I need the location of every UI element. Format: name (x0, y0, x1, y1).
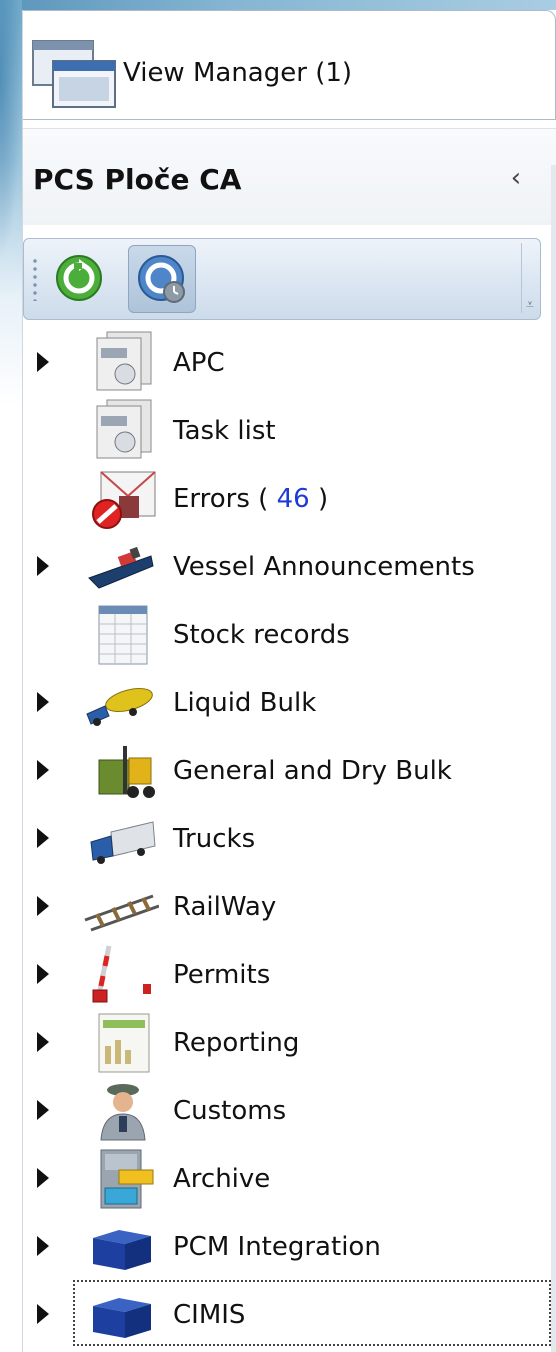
refresh-icon (56, 255, 102, 301)
tree-item-railway[interactable]: RailWay (23, 872, 556, 940)
tree-item-vessel-announcements[interactable]: Vessel Announcements (23, 532, 556, 600)
tree-item-label: PCM Integration (173, 1232, 381, 1262)
tree-item-liquid-bulk[interactable]: Liquid Bulk (23, 668, 556, 736)
tree-item-label: Errors ( 46 ) (173, 484, 328, 514)
background-top-strip (22, 0, 556, 10)
expand-arrow-icon[interactable] (37, 1168, 49, 1188)
tree-item-label: Permits (173, 960, 271, 990)
tree-item-label: Vessel Announcements (173, 552, 475, 582)
tree-item-label: Trucks (173, 824, 256, 854)
tanker-truck-icon (86, 688, 153, 726)
tree-item-customs[interactable]: Customs (23, 1076, 556, 1144)
tree-item-label: Archive (173, 1164, 271, 1194)
tree-item-general-and-dry-bulk[interactable]: General and Dry Bulk (23, 736, 556, 804)
errors-count: 46 (276, 484, 310, 514)
tree-item-label: CIMIS (173, 1300, 246, 1330)
tree-item-label: Stock records (173, 620, 350, 650)
tree-item-archive[interactable]: Archive (23, 1144, 556, 1212)
errors-suffix: ) (309, 484, 329, 514)
forklift-icon (98, 746, 155, 798)
tree-item-label: Reporting (173, 1028, 300, 1058)
expand-arrow-icon[interactable] (37, 352, 49, 372)
collapse-button[interactable]: ‹ (503, 163, 529, 193)
toolbar: ⩡ (23, 238, 541, 320)
expand-arrow-icon[interactable] (37, 828, 49, 848)
barrier-gate-icon (92, 945, 151, 1003)
toolbar-grip[interactable] (32, 257, 38, 301)
tree-item-label: Liquid Bulk (173, 688, 317, 718)
expand-arrow-icon[interactable] (37, 1032, 49, 1052)
tree-item-trucks[interactable]: Trucks (23, 804, 556, 872)
history-icon (138, 255, 185, 303)
error-mail-icon (92, 471, 156, 529)
tree-item-label: RailWay (173, 892, 277, 922)
background-swirl (0, 0, 22, 260)
expand-arrow-icon[interactable] (37, 760, 49, 780)
documents-icon (96, 331, 152, 391)
blue-box-icon (93, 1230, 151, 1270)
customs-officer-icon (100, 1084, 146, 1141)
rail-track-icon (84, 894, 159, 932)
file-cabinet-icon (100, 1149, 154, 1209)
view-manager-label: View Manager (1) (123, 58, 353, 88)
tree-item-errors[interactable]: Errors ( 46 ) (23, 464, 556, 532)
tree-item-stock-records[interactable]: Stock records (23, 600, 556, 668)
tree-item-cimis[interactable]: CIMIS (23, 1280, 556, 1348)
section-header: PCS Ploče CA ‹ (23, 128, 556, 225)
toolbar-overflow-button[interactable]: ⩡ (521, 243, 538, 313)
documents-icon (96, 399, 152, 459)
tree-item-permits[interactable]: Permits (23, 940, 556, 1008)
tree-item-label: General and Dry Bulk (173, 756, 452, 786)
tree-item-reporting[interactable]: Reporting (23, 1008, 556, 1076)
tree-item-label: Customs (173, 1096, 287, 1126)
refresh-button[interactable] (46, 245, 112, 311)
tree-item-label: APC (173, 348, 225, 378)
tree-item-task-list[interactable]: Task list (23, 396, 556, 464)
view-manager-button[interactable]: View Manager (1) (23, 10, 556, 120)
expand-arrow-icon[interactable] (37, 692, 49, 712)
tree-item-label: Task list (173, 416, 276, 446)
tree-item-apc[interactable]: APC (23, 328, 556, 396)
blue-box-icon (93, 1298, 151, 1338)
report-icon (98, 1013, 150, 1073)
ship-icon (88, 546, 154, 589)
history-button[interactable] (128, 245, 196, 313)
expand-arrow-icon[interactable] (37, 964, 49, 984)
expand-arrow-icon[interactable] (37, 556, 49, 576)
expand-arrow-icon[interactable] (37, 1100, 49, 1120)
expand-arrow-icon[interactable] (37, 896, 49, 916)
spreadsheet-icon (98, 605, 148, 665)
navigation-panel: View Manager (1) PCS Ploče CA ‹ ⩡ APC Ta… (22, 10, 556, 1352)
tree-item-pcm-integration[interactable]: PCM Integration (23, 1212, 556, 1280)
section-title: PCS Ploče CA (33, 163, 242, 196)
expand-arrow-icon[interactable] (37, 1236, 49, 1256)
expand-arrow-icon[interactable] (37, 1304, 49, 1324)
errors-label: Errors ( (173, 484, 277, 514)
window-stack-icon (32, 40, 116, 108)
truck-icon (90, 821, 156, 864)
